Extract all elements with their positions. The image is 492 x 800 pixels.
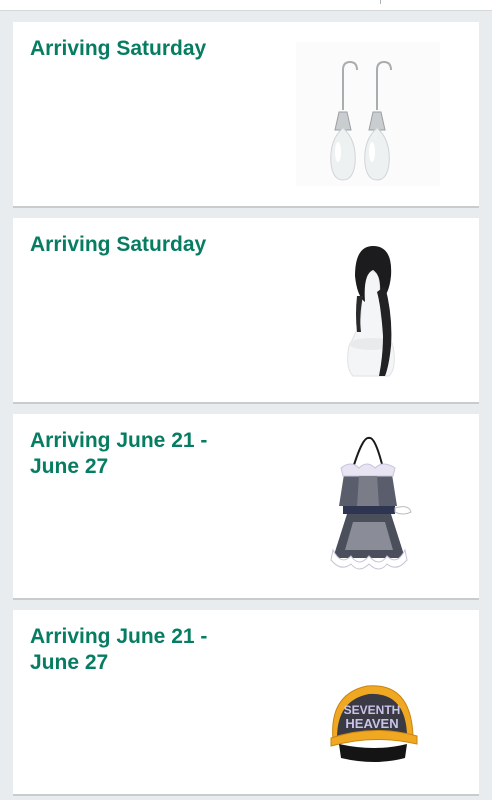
arrival-status: Arriving June 21 - June 27 [30,625,208,674]
order-card[interactable]: Arriving June 21 - June 27 [13,414,479,600]
order-card[interactable]: Arriving June 21 - June 27 SEVENTH HEAVE… [13,610,479,796]
scroll-indicator [380,0,381,4]
wig-image[interactable] [293,236,443,384]
order-card[interactable]: Arriving Saturday [13,22,479,208]
arrival-status: Arriving Saturday [30,233,207,256]
top-strip [0,0,492,11]
maid-outfit-image[interactable] [293,432,443,580]
arrival-status: Arriving June 21 - June 27 [30,429,208,478]
arrival-status: Arriving Saturday [30,37,207,60]
earrings-image[interactable] [293,40,443,188]
order-card[interactable]: Arriving Saturday [13,218,479,404]
cap-text-line-1: SEVENTH [344,703,401,717]
cap-text-line-2: HEAVEN [345,716,398,731]
cap-image[interactable]: SEVENTH HEAVEN [293,628,443,776]
